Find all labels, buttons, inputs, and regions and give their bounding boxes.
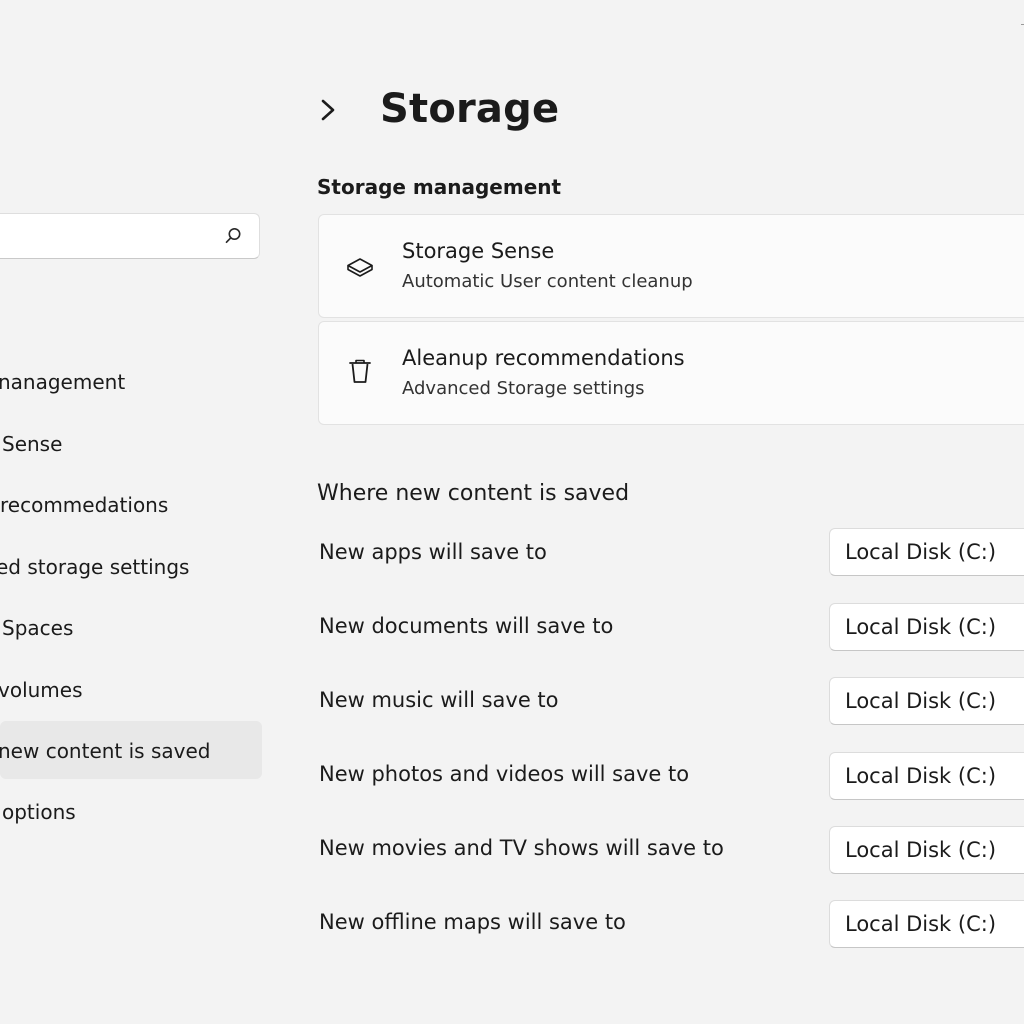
card-title: Aleanup recommendations: [402, 346, 685, 370]
sidebar-item-storage-spaces[interactable]: Spaces: [0, 601, 262, 659]
save-location-select-photos-videos[interactable]: Local Disk (C:): [829, 752, 1024, 800]
card-title: Storage Sense: [402, 239, 555, 263]
save-location-select-offline-maps[interactable]: Local Disk (C:): [829, 900, 1024, 948]
sidebar-item-disks-volumes[interactable]: volumes: [0, 663, 262, 721]
page-title: Storage: [380, 86, 560, 132]
save-location-label-documents: New documents will save to: [319, 614, 614, 638]
sidebar-item-storage-management[interactable]: nanagement: [0, 355, 262, 413]
storage-sense-card[interactable]: Storage Sense Automatic User content cle…: [318, 214, 1024, 318]
where-new-content-is-saved-heading: Where new content is saved: [317, 481, 630, 506]
sidebar-item-label: Spaces: [2, 616, 74, 640]
save-location-select-apps[interactable]: Local Disk (C:): [829, 528, 1024, 576]
storage-sense-icon: [347, 258, 373, 277]
select-value: Local Disk (C:): [845, 689, 997, 713]
save-location-select-music[interactable]: Local Disk (C:): [829, 677, 1024, 725]
select-value: Local Disk (C:): [845, 912, 997, 936]
storage-management-heading: Storage management: [317, 175, 562, 199]
save-location-label-movies-tv: New movies and TV shows will save to: [319, 836, 724, 860]
save-location-label-photos-videos: New photos and videos will save to: [319, 762, 690, 786]
sidebar-item-label: volumes: [0, 678, 83, 702]
card-subtitle: Automatic User content cleanup: [402, 271, 693, 292]
sidebar-item-label: new content is saved: [0, 739, 211, 763]
sidebar-item-storage-sense[interactable]: Sense: [0, 417, 262, 475]
select-value: Local Disk (C:): [845, 838, 997, 862]
sidebar-item-cleanup-recommendations[interactable]: recommedations: [0, 478, 262, 536]
sidebar-item-options[interactable]: options: [0, 785, 262, 843]
cleanup-recommendations-card[interactable]: Aleanup recommendations Advanced Storage…: [318, 321, 1024, 425]
sidebar-item-label: Sense: [2, 432, 63, 456]
search-icon[interactable]: [223, 226, 243, 246]
search-input[interactable]: [9, 222, 193, 252]
save-location-select-movies-tv[interactable]: Local Disk (C:): [829, 826, 1024, 874]
trash-icon: [349, 359, 371, 383]
sidebar-item-label: recommedations: [0, 493, 169, 517]
save-location-label-music: New music will save to: [319, 688, 559, 712]
sidebar-item-label: options: [2, 800, 76, 824]
save-location-select-documents[interactable]: Local Disk (C:): [829, 603, 1024, 651]
card-subtitle: Advanced Storage settings: [402, 378, 645, 399]
save-location-label-apps: New apps will save to: [319, 540, 547, 564]
sidebar-item-label: ed storage settings: [0, 555, 190, 579]
save-location-label-offline-maps: New offline maps will save to: [319, 910, 626, 934]
select-value: Local Disk (C:): [845, 540, 997, 564]
chevron-right-icon[interactable]: [318, 96, 340, 124]
sidebar-item-where-new-content-is-saved[interactable]: new content is saved: [0, 721, 262, 779]
settings-window: nanagement Sense recommedations ed stora…: [0, 0, 1024, 1024]
select-value: Local Disk (C:): [845, 615, 997, 639]
select-value: Local Disk (C:): [845, 764, 997, 788]
search-box[interactable]: [0, 213, 260, 259]
sidebar-item-advanced-storage-settings[interactable]: ed storage settings: [0, 540, 262, 598]
sidebar-item-label: nanagement: [0, 370, 126, 394]
